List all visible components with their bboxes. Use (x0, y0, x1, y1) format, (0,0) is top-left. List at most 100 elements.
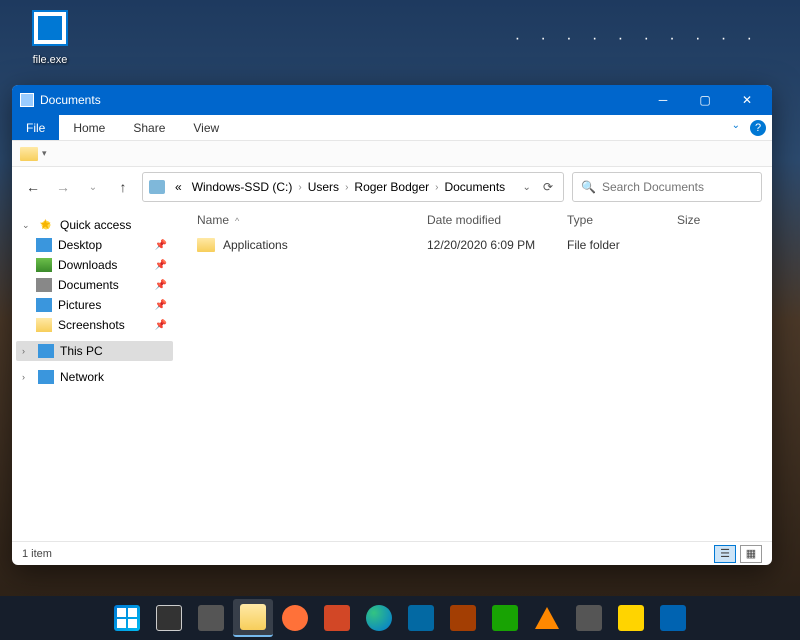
explorer-window: Documents ─ ▢ ✕ File Home Share View ⌄ ?… (12, 85, 772, 565)
taskbar-firefox[interactable] (275, 599, 315, 637)
taskbar-app[interactable] (317, 599, 357, 637)
forward-button[interactable]: → (52, 172, 74, 202)
taskbar-app3[interactable] (611, 599, 651, 637)
taskbar-app4[interactable] (653, 599, 693, 637)
explorer-icon (240, 604, 266, 630)
navigation-pane: ⌄ Quick access Desktop📌 Downloads📌 Docum… (12, 207, 177, 541)
chevron-right-icon[interactable]: › (435, 182, 438, 193)
app-icon (660, 605, 686, 631)
ribbon: File Home Share View ⌄ ? (12, 115, 772, 141)
chevron-right-icon[interactable]: › (298, 182, 301, 193)
qat-dropdown-icon[interactable]: ▾ (42, 148, 47, 159)
column-name[interactable]: Name^ (187, 213, 427, 227)
column-type[interactable]: Type (567, 213, 677, 227)
file-menu[interactable]: File (12, 115, 59, 140)
search-box[interactable]: 🔍 (572, 172, 762, 202)
taskbar-explorer[interactable] (233, 599, 273, 637)
refresh-button[interactable]: ⟳ (539, 180, 557, 194)
sidebar-network[interactable]: › Network (16, 367, 173, 387)
item-count: 1 item (22, 548, 52, 560)
up-button[interactable]: ↑ (112, 172, 134, 202)
pin-icon: 📌 (155, 240, 167, 251)
search-input[interactable] (602, 180, 757, 194)
address-bar[interactable]: « Windows-SSD (C:) › Users › Roger Bodge… (142, 172, 564, 202)
taskview-icon (198, 605, 224, 631)
pin-icon: 📌 (155, 300, 167, 311)
taskbar-taskview[interactable] (191, 599, 231, 637)
details-view-button[interactable]: ☰ (714, 545, 736, 563)
search-icon: 🔍 (581, 180, 596, 194)
column-date[interactable]: Date modified (427, 213, 567, 227)
help-icon[interactable]: ? (750, 120, 766, 136)
folder-icon (36, 318, 52, 332)
chevron-right-icon[interactable]: › (345, 182, 348, 193)
desktop-shortcut-label: file.exe (33, 54, 68, 66)
sidebar-this-pc[interactable]: › This PC (16, 341, 173, 361)
sidebar-item-desktop[interactable]: Desktop📌 (30, 235, 173, 255)
file-date: 12/20/2020 6:09 PM (427, 238, 567, 252)
thumbnails-view-button[interactable]: ▦ (740, 545, 762, 563)
search-icon (156, 605, 182, 631)
sidebar-item-pictures[interactable]: Pictures📌 (30, 295, 173, 315)
tab-share[interactable]: Share (119, 115, 179, 140)
sidebar-item-screenshots[interactable]: Screenshots📌 (30, 315, 173, 335)
minimize-button[interactable]: ─ (642, 85, 684, 115)
calc-icon (492, 605, 518, 631)
column-size[interactable]: Size (677, 213, 762, 227)
titlebar[interactable]: Documents ─ ▢ ✕ (12, 85, 772, 115)
taskbar-libre-writer[interactable] (401, 599, 441, 637)
file-row[interactable]: Applications 12/20/2020 6:09 PM File fol… (177, 233, 772, 257)
expand-icon[interactable]: › (22, 346, 32, 356)
window-title: Documents (40, 93, 642, 107)
quick-access-toolbar: ▾ (12, 141, 772, 167)
exe-icon (32, 10, 68, 46)
file-type: File folder (567, 238, 677, 252)
taskbar-libre-impress[interactable] (443, 599, 483, 637)
taskbar-vlc[interactable] (527, 599, 567, 637)
ribbon-collapse-icon[interactable]: ⌄ (732, 120, 740, 135)
pc-icon (38, 344, 54, 358)
navigation-bar: ← → ⌄ ↑ « Windows-SSD (C:) › Users › Rog… (12, 167, 772, 207)
start-button[interactable] (107, 599, 147, 637)
address-dropdown-icon[interactable]: ⌄ (517, 182, 537, 193)
recent-dropdown-icon[interactable]: ⌄ (82, 172, 104, 202)
tab-view[interactable]: View (179, 115, 233, 140)
status-bar: 1 item ☰ ▦ (12, 541, 772, 565)
breadcrumb-drive[interactable]: Windows-SSD (C:) (188, 178, 297, 196)
app-icon (576, 605, 602, 631)
column-headers: Name^ Date modified Type Size (177, 207, 772, 233)
breadcrumb-users[interactable]: Users (304, 178, 343, 196)
pin-icon: 📌 (155, 320, 167, 331)
pin-icon: 📌 (155, 260, 167, 271)
expand-icon[interactable]: › (22, 372, 32, 382)
maximize-button[interactable]: ▢ (684, 85, 726, 115)
taskbar (0, 596, 800, 640)
back-button[interactable]: ← (22, 172, 44, 202)
pin-icon: 📌 (155, 280, 167, 291)
breadcrumb-lead[interactable]: « (171, 178, 186, 196)
edge-icon (366, 605, 392, 631)
sidebar-quick-access[interactable]: ⌄ Quick access (16, 215, 173, 235)
breadcrumb-documents[interactable]: Documents (440, 178, 509, 196)
app-icon (324, 605, 350, 631)
network-icon (38, 370, 54, 384)
tab-home[interactable]: Home (59, 115, 119, 140)
sort-indicator-icon: ^ (235, 216, 239, 226)
close-button[interactable]: ✕ (726, 85, 768, 115)
taskbar-app2[interactable] (569, 599, 609, 637)
pictures-icon (36, 298, 52, 312)
taskbar-search[interactable] (149, 599, 189, 637)
file-list: Name^ Date modified Type Size Applicatio… (177, 207, 772, 541)
sidebar-item-documents[interactable]: Documents📌 (30, 275, 173, 295)
desktop-icon (36, 238, 52, 252)
collapse-icon[interactable]: ⌄ (22, 220, 32, 231)
file-name: Applications (223, 238, 288, 252)
breadcrumb-user[interactable]: Roger Bodger (350, 178, 433, 196)
taskbar-libre-calc[interactable] (485, 599, 525, 637)
folder-icon (197, 238, 215, 252)
sidebar-item-downloads[interactable]: Downloads📌 (30, 255, 173, 275)
impress-icon (450, 605, 476, 631)
drive-icon (149, 180, 165, 194)
taskbar-edge[interactable] (359, 599, 399, 637)
desktop-shortcut[interactable]: file.exe (20, 10, 80, 68)
